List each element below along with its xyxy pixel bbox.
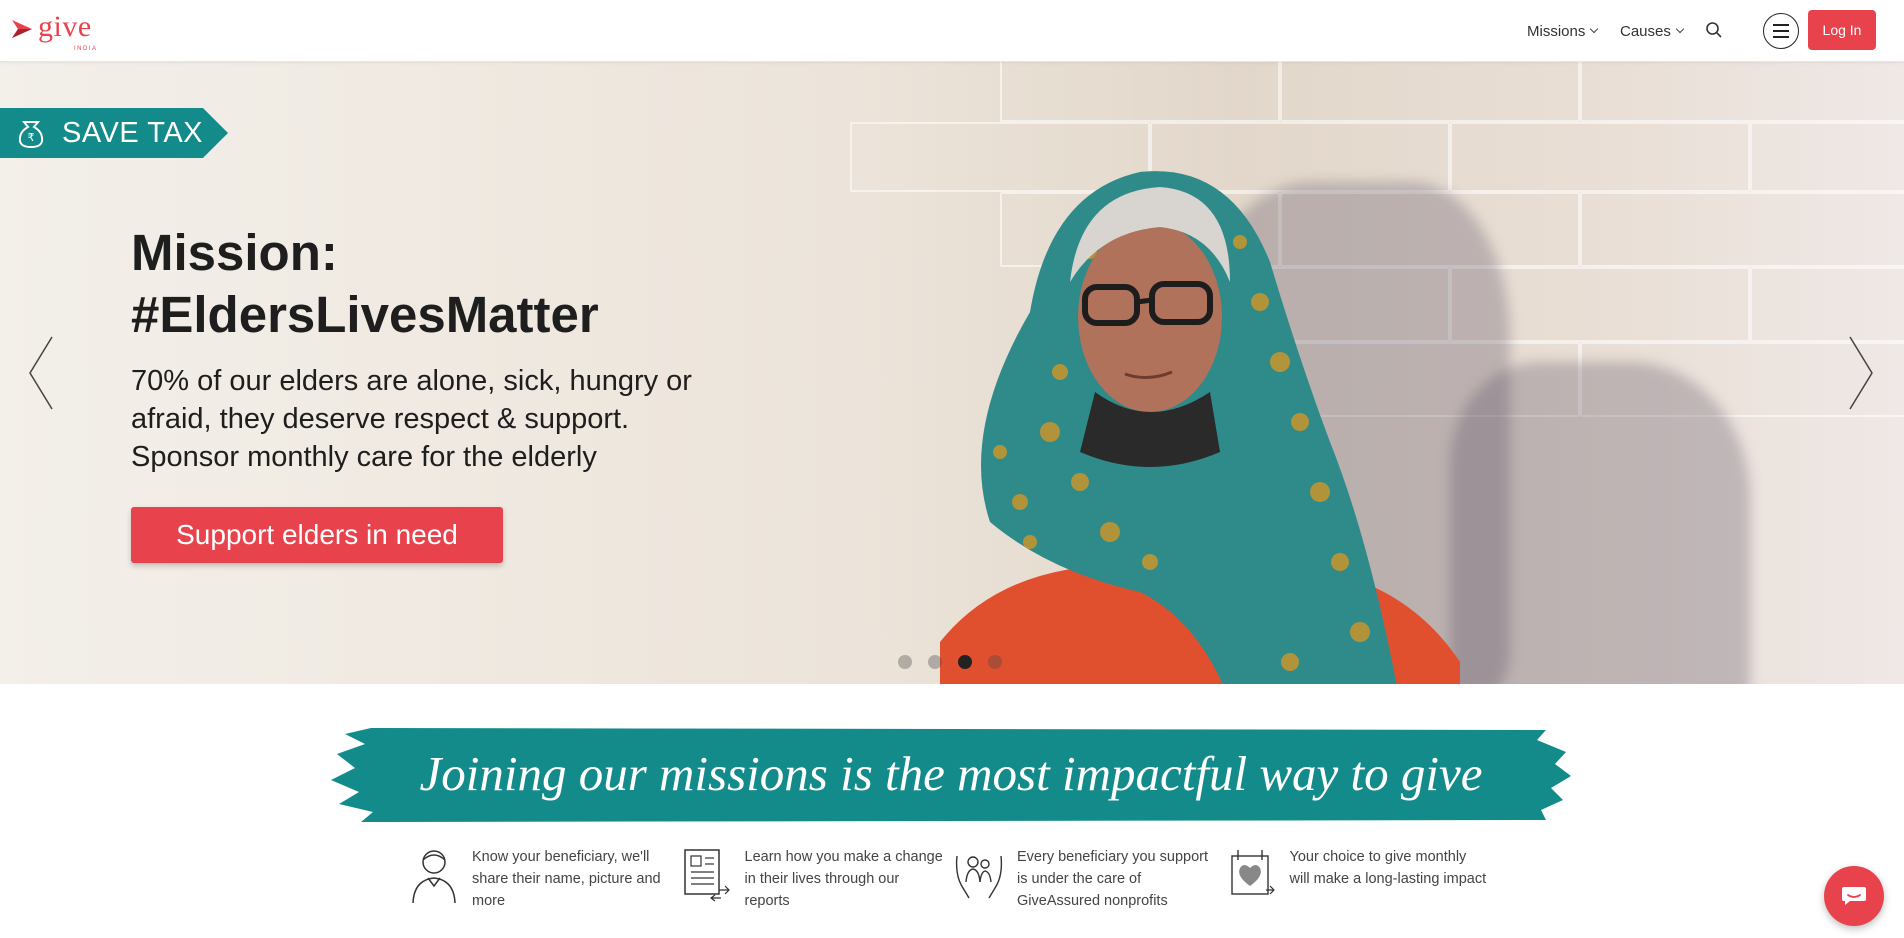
hero-title-line: #EldersLivesMatter [131, 286, 599, 343]
chevron-right-icon[interactable] [1846, 335, 1876, 411]
hero-title: Mission: #EldersLivesMatter [131, 222, 599, 346]
save-tax-label: SAVE TAX [62, 116, 203, 149]
feature-item: Your choice to give monthly will make a … [1226, 846, 1499, 926]
hero-title-line: Mission: [131, 224, 338, 281]
nav-missions-label: Missions [1527, 22, 1586, 40]
wall-brick [1750, 122, 1904, 192]
features-row: Know your beneficiary, we'll share their… [408, 846, 1498, 926]
calendar-heart-icon [1230, 850, 1275, 895]
chevron-left-icon[interactable] [26, 335, 56, 411]
feature-item: Learn how you make a change in their liv… [681, 846, 954, 926]
nav-causes-label: Causes [1620, 22, 1671, 40]
give-logo[interactable]: give INDIA [10, 10, 96, 52]
chat-button[interactable] [1824, 866, 1884, 926]
login-button[interactable]: Log In [1808, 10, 1876, 50]
money-bag-icon: ₹ [18, 121, 44, 149]
caring-hands-icon [955, 855, 1003, 899]
carousel-dot[interactable] [988, 655, 1002, 669]
feature-text: Know your beneficiary, we'll share their… [472, 849, 661, 909]
person-icon [412, 850, 456, 904]
carousel-dot[interactable] [898, 655, 912, 669]
hero-subtitle-line: Sponsor monthly care for the elderly [131, 441, 597, 473]
carousel-dot[interactable] [958, 655, 972, 669]
logo-subtext: INDIA [74, 46, 98, 52]
svg-text:₹: ₹ [28, 131, 35, 144]
carousel-dots [898, 655, 1002, 669]
feature-text: Your choice to give monthly will make a … [1289, 849, 1487, 887]
feature-text: Every beneficiary you support is under t… [1017, 849, 1209, 909]
feature-item: Know your beneficiary, we'll share their… [408, 846, 681, 926]
feature-text: Learn how you make a change in their liv… [744, 849, 943, 909]
save-tax-badge: ₹ SAVE TAX [0, 108, 228, 158]
elderly-woman-photo [940, 171, 1460, 684]
logo-wordmark: give [38, 10, 92, 43]
wall-brick [1580, 62, 1904, 122]
hero-subtitle: 70% of our elders are alone, sick, hungr… [131, 362, 771, 476]
nav-causes[interactable]: Causes [1620, 22, 1685, 40]
site-header: give INDIA Missions Causes Log In [0, 0, 1904, 62]
hero-subtitle-line: 70% of our elders are alone, sick, hungr… [131, 365, 692, 397]
nav-missions[interactable]: Missions [1527, 22, 1599, 40]
support-elders-button[interactable]: Support elders in need [131, 507, 503, 563]
hamburger-menu-icon[interactable] [1763, 13, 1799, 49]
wall-brick [1580, 192, 1904, 267]
missions-banner-text: Joining our missions is the most impactf… [419, 746, 1483, 801]
chat-bubble-icon [1842, 887, 1866, 905]
wall-brick [1750, 267, 1904, 342]
search-icon[interactable] [1704, 20, 1724, 40]
give-logo-icon [12, 20, 32, 38]
hero-subtitle-line: afraid, they deserve respect & support. [131, 403, 630, 435]
hero-carousel: ₹ SAVE TAX Mission: #EldersLivesMatter 7… [0, 62, 1904, 684]
chevron-down-icon [1675, 24, 1685, 34]
report-icon [683, 849, 730, 902]
carousel-dot[interactable] [928, 655, 942, 669]
feature-item: Every beneficiary you support is under t… [953, 846, 1226, 926]
chevron-down-icon [1590, 24, 1599, 34]
